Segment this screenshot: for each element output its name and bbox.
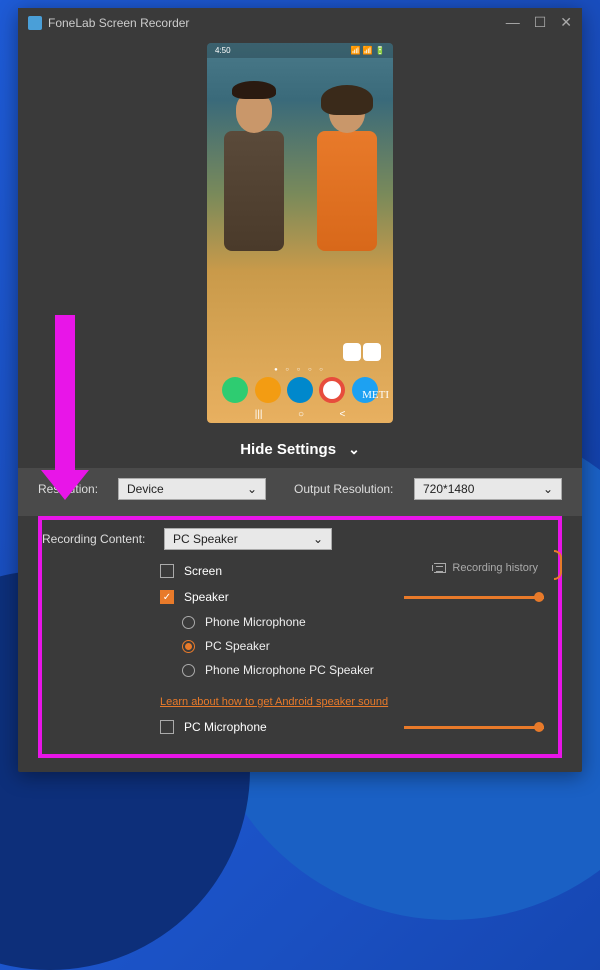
window-controls: — ☐ ✕ — [506, 14, 572, 31]
phone-time: 4:50 — [215, 46, 231, 55]
recording-history-link[interactable]: Recording history — [434, 562, 538, 574]
chevron-down-icon: ⌄ — [247, 482, 257, 496]
phone-mic-option: Phone Microphone — [205, 615, 306, 629]
output-resolution-dropdown[interactable]: 720*1480 ⌄ — [414, 478, 562, 500]
screen-option: Screen — [184, 564, 222, 578]
recording-content-panel: Recording Content: PC Speaker ⌄ Recordin… — [38, 516, 562, 758]
speaker-checkbox[interactable]: ✓ — [160, 590, 174, 604]
phone-signal: 📶 📶 🔋 — [351, 46, 385, 55]
app-title: FoneLab Screen Recorder — [48, 16, 189, 30]
phone-mic-pc-speaker-option: Phone Microphone PC Speaker — [205, 663, 374, 677]
app-window: FoneLab Screen Recorder — ☐ ✕ 4:50 📶 📶 🔋… — [18, 8, 582, 772]
phone-navbar: ||| ○ < — [207, 409, 393, 420]
chevron-down-icon: ⌄ — [543, 482, 553, 496]
messages-icon — [287, 377, 313, 403]
close-button[interactable]: ✕ — [560, 14, 572, 31]
hide-settings-label: Hide Settings — [240, 441, 336, 458]
recording-content-label: Recording Content: — [42, 532, 154, 546]
phone-preview: 4:50 📶 📶 🔋 ● ○ ○ ○ ○ METI ||| ○ < — [18, 37, 582, 431]
titlebar: FoneLab Screen Recorder — ☐ ✕ — [18, 8, 582, 37]
recording-content-dropdown[interactable]: PC Speaker ⌄ — [164, 528, 332, 550]
chevron-down-icon: ⌄ — [313, 532, 323, 546]
pc-speaker-radio[interactable] — [182, 640, 195, 653]
speaker-option: Speaker — [184, 590, 229, 604]
phone-mic-radio[interactable] — [182, 616, 195, 629]
maximize-button[interactable]: ☐ — [534, 14, 547, 31]
hide-settings-toggle[interactable]: Hide Settings ⌄ — [18, 431, 582, 468]
resolution-dropdown[interactable]: Device ⌄ — [118, 478, 266, 500]
phone-screen: 4:50 📶 📶 🔋 ● ○ ○ ○ ○ METI ||| ○ < — [207, 43, 393, 423]
list-icon — [434, 563, 446, 573]
wallpaper-people — [207, 73, 393, 343]
pc-microphone-checkbox[interactable] — [160, 720, 174, 734]
screen-checkbox[interactable] — [160, 564, 174, 578]
watermark: METI — [362, 389, 389, 401]
phone-statusbar: 4:50 📶 📶 🔋 — [207, 43, 393, 58]
record-button-edge[interactable] — [554, 550, 562, 580]
android-speaker-help-link[interactable]: Learn about how to get Android speaker s… — [160, 696, 388, 708]
settings-panel: Resolution: Device ⌄ Output Resolution: … — [18, 468, 582, 516]
contacts-icon — [255, 377, 281, 403]
pc-speaker-option: PC Speaker — [205, 639, 270, 653]
speaker-volume-slider[interactable] — [404, 596, 544, 599]
youtube-icon — [319, 377, 345, 403]
minimize-button[interactable]: — — [506, 14, 520, 31]
pc-microphone-option: PC Microphone — [184, 720, 267, 734]
phone-widgets — [343, 343, 381, 361]
phone-icon — [222, 377, 248, 403]
phone-mic-pc-speaker-radio[interactable] — [182, 664, 195, 677]
chevron-down-icon: ⌄ — [348, 441, 360, 458]
pc-microphone-volume-slider[interactable] — [404, 726, 544, 729]
page-dots: ● ○ ○ ○ ○ — [274, 367, 326, 373]
output-resolution-label: Output Resolution: — [294, 482, 404, 496]
app-icon — [28, 16, 42, 30]
annotation-arrow — [55, 315, 89, 500]
